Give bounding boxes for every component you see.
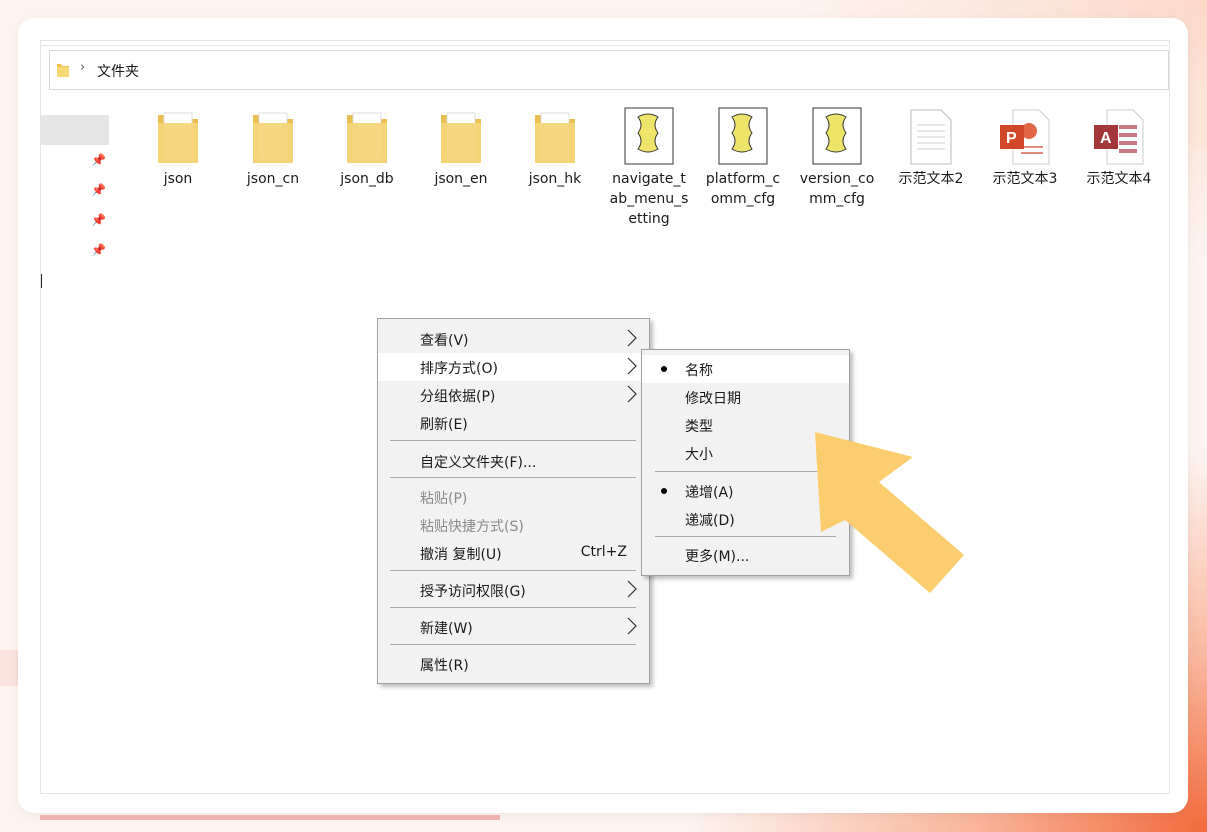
menu-item-paste-shortcut[interactable]: 粘贴快捷方式(S) xyxy=(378,511,649,539)
file-label: json xyxy=(163,171,193,187)
menu-item-label: 粘贴快捷方式(S) xyxy=(420,519,524,535)
menu-separator xyxy=(390,644,636,645)
menu-item-group-by[interactable]: 分组依据(P) xyxy=(378,381,649,409)
decorative-bar xyxy=(40,815,500,820)
powerpoint-icon: P xyxy=(980,105,1070,165)
file-item-folder[interactable]: json xyxy=(133,105,223,189)
menu-item-label: 更多(M)... xyxy=(685,549,750,565)
menu-item-customize-folder[interactable]: 自定义文件夹(F)... xyxy=(378,447,649,475)
menu-item-label: 刷新(E) xyxy=(420,417,468,433)
menu-item-label: 递减(D) xyxy=(685,513,735,529)
script-file-icon xyxy=(698,105,788,165)
context-menu: 查看(V) 排序方式(O) 分组依据(P) 刷新(E) 自定义文件夹(F)...… xyxy=(377,318,650,684)
menu-separator xyxy=(390,440,636,441)
file-label: 示范文本2 xyxy=(898,171,964,187)
script-file-icon xyxy=(792,105,882,165)
menu-item-paste[interactable]: 粘贴(P) xyxy=(378,483,649,511)
address-bar[interactable]: › 文件夹 xyxy=(49,50,1169,90)
chevron-right-icon xyxy=(627,385,637,407)
chevron-right-icon xyxy=(627,580,637,602)
pin-icon[interactable]: 📌 xyxy=(91,153,106,167)
menu-item-properties[interactable]: 属性(R) xyxy=(378,650,649,678)
menu-item-undo-copy[interactable]: 撤消 复制(U) Ctrl+Z xyxy=(378,539,649,567)
menu-item-label: 撤消 复制(U) xyxy=(420,547,502,563)
chevron-right-icon xyxy=(627,329,637,351)
menu-item-label: 授予访问权限(G) xyxy=(420,584,526,600)
breadcrumb-current[interactable]: 文件夹 xyxy=(97,61,139,81)
menu-item-label: 新建(W) xyxy=(420,621,473,637)
menu-separator xyxy=(390,607,636,608)
menu-item-refresh[interactable]: 刷新(E) xyxy=(378,409,649,437)
menu-item-label: 粘贴(P) xyxy=(420,491,468,507)
file-item-access[interactable]: A 示范文本4 xyxy=(1074,105,1164,189)
menu-item-label: 名称 xyxy=(685,363,713,379)
menu-item-label: 类型 xyxy=(685,419,713,435)
pin-icon[interactable]: 📌 xyxy=(91,183,106,197)
file-label: platform_comm_cfg xyxy=(705,171,781,207)
menu-item-new[interactable]: 新建(W) xyxy=(378,613,649,641)
file-item-folder[interactable]: json_hk xyxy=(510,105,600,189)
pin-icon[interactable]: 📌 xyxy=(91,213,106,227)
menu-item-label: 自定义文件夹(F)... xyxy=(420,455,537,471)
folder-icon xyxy=(228,105,318,165)
file-label: json_db xyxy=(340,171,394,187)
keyboard-shortcut: Ctrl+Z xyxy=(580,544,627,560)
file-item-folder[interactable]: json_cn xyxy=(228,105,318,189)
menu-separator xyxy=(390,477,636,478)
menu-item-label: 大小 xyxy=(685,447,713,463)
menu-item-give-access[interactable]: 授予访问权限(G) xyxy=(378,576,649,604)
svg-text:A: A xyxy=(1100,130,1112,147)
file-label: version_comm_cfg xyxy=(799,171,875,207)
file-item-script[interactable]: navigate_tab_menu_setting xyxy=(604,105,694,229)
menu-separator xyxy=(390,570,636,571)
chevron-right-icon xyxy=(627,617,637,639)
file-label: json_cn xyxy=(246,171,300,187)
file-item-folder[interactable]: json_en xyxy=(416,105,506,189)
file-item-script[interactable]: platform_comm_cfg xyxy=(698,105,788,209)
folder-icon xyxy=(416,105,506,165)
menu-item-label: 查看(V) xyxy=(420,333,469,349)
file-label: json_en xyxy=(434,171,488,187)
text-document-icon xyxy=(886,105,976,165)
menu-item-label: 修改日期 xyxy=(685,391,741,407)
menu-item-label: 属性(R) xyxy=(420,658,469,674)
script-file-icon xyxy=(604,105,694,165)
chevron-right-icon xyxy=(627,357,637,379)
file-label: 示范文本4 xyxy=(1086,171,1152,187)
menu-item-label: 递增(A) xyxy=(685,485,734,501)
file-item-text[interactable]: 示范文本2 xyxy=(886,105,976,189)
menu-item-view[interactable]: 查看(V) xyxy=(378,325,649,353)
folder-icon xyxy=(322,105,412,165)
text-caret xyxy=(41,274,42,288)
svg-text:P: P xyxy=(1006,130,1017,147)
submenu-item-date-modified[interactable]: 修改日期 xyxy=(642,383,849,411)
pin-icon[interactable]: 📌 xyxy=(91,243,106,257)
file-label: navigate_tab_menu_setting xyxy=(609,171,689,227)
sidebar-item-selected[interactable] xyxy=(41,115,109,145)
divider xyxy=(41,45,1167,46)
folder-icon xyxy=(510,105,600,165)
folder-icon xyxy=(133,105,223,165)
menu-item-label: 排序方式(O) xyxy=(420,361,498,377)
menu-item-sort-by[interactable]: 排序方式(O) xyxy=(378,353,649,381)
pointer-arrow-icon xyxy=(815,432,964,593)
file-item-script[interactable]: version_comm_cfg xyxy=(792,105,882,209)
menu-item-label: 分组依据(P) xyxy=(420,389,496,405)
file-label: 示范文本3 xyxy=(992,171,1058,187)
folder-icon xyxy=(56,62,70,82)
file-item-powerpoint[interactable]: P 示范文本3 xyxy=(980,105,1070,189)
radio-bullet-icon xyxy=(661,366,667,372)
file-label: json_hk xyxy=(528,171,582,187)
chevron-right-icon[interactable]: › xyxy=(80,60,85,75)
file-item-folder[interactable]: json_db xyxy=(322,105,412,189)
submenu-item-name[interactable]: 名称 xyxy=(642,355,849,383)
access-icon: A xyxy=(1074,105,1164,165)
radio-bullet-icon xyxy=(661,488,667,494)
